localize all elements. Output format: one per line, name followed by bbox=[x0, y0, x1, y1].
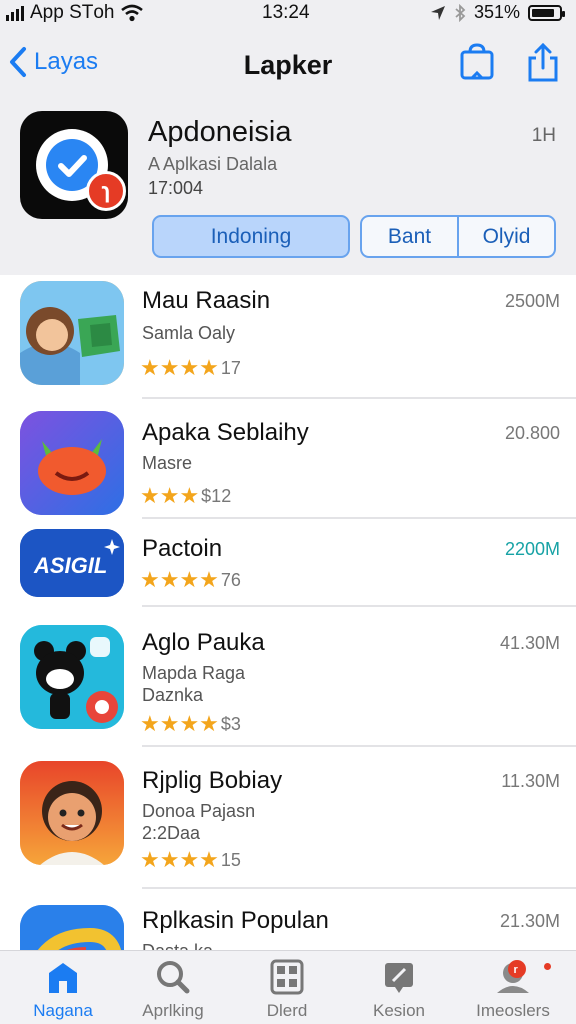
divider bbox=[142, 605, 576, 607]
divider bbox=[142, 887, 576, 889]
wifi-icon bbox=[120, 4, 143, 22]
app-size: 21.30M bbox=[499, 911, 560, 931]
app-subtitle: Donoa Pajasn bbox=[142, 801, 256, 821]
monster-icon bbox=[20, 411, 124, 515]
app-size: 2200M bbox=[504, 539, 560, 559]
app-name: Rjplig Bobiay bbox=[142, 767, 283, 794]
tab-label: Nagana bbox=[33, 1001, 93, 1020]
app-subtitle: Dasta ka bbox=[142, 941, 213, 950]
rating-count: $3 bbox=[220, 713, 241, 734]
app-rating: ★★★★ 76 bbox=[140, 567, 241, 593]
notification-dot-icon bbox=[544, 963, 551, 970]
segmented-control: Bant Olyid bbox=[360, 215, 556, 258]
panda-icon bbox=[20, 625, 124, 729]
app-rating: ★★★★ 17 bbox=[140, 355, 241, 381]
app-size: 20.800 bbox=[504, 423, 560, 443]
app-name: Apaka Seblaihy bbox=[142, 419, 309, 446]
tab-updates[interactable]: Kesion bbox=[344, 959, 454, 1021]
carrier-label: App STоh bbox=[30, 2, 115, 23]
divider bbox=[142, 397, 576, 399]
app-icon: ASIGIL bbox=[20, 529, 124, 597]
app-rating: ★★★★ 15 bbox=[140, 847, 241, 873]
app-subtitle: Masre bbox=[142, 453, 193, 473]
app-icon bbox=[20, 625, 124, 729]
cell-signal-icon bbox=[6, 5, 24, 21]
share-button[interactable] bbox=[524, 42, 562, 84]
tab-profile[interactable]: r Imeoslers bbox=[458, 959, 568, 1021]
status-bar: App STоh 13:24 351% bbox=[0, 0, 576, 28]
tab-apps[interactable]: Dlerd bbox=[232, 959, 342, 1021]
app-name: Pactoin bbox=[142, 535, 223, 562]
star-rating-icon: ★★★★ bbox=[140, 711, 219, 736]
star-rating-icon: ★★★★ bbox=[140, 847, 219, 872]
app-list: Mau Raasin 2500M Samla Oaly ★★★★ 17 Apak… bbox=[0, 275, 576, 950]
rating-count: $12 bbox=[201, 485, 232, 506]
star-rating-icon: ★★★ bbox=[140, 483, 200, 508]
featured-app-date: 17:004 bbox=[148, 178, 204, 198]
grid-icon bbox=[270, 959, 304, 995]
app-subtitle-secondary: 2:2Daa bbox=[142, 823, 201, 843]
app-name: Aglo Pauka bbox=[142, 629, 265, 656]
bookmark-button[interactable] bbox=[458, 42, 496, 84]
app-name: Rplkasin Populan bbox=[142, 907, 329, 934]
segment-left-button[interactable]: Bant bbox=[362, 217, 457, 256]
svg-text:r: r bbox=[514, 964, 519, 976]
brand-logo-icon: ASIGIL bbox=[20, 529, 124, 597]
app-icon bbox=[20, 281, 124, 385]
tab-label: Imeoslers bbox=[476, 1001, 550, 1020]
tab-bar: Nagana Aprlking Dlerd Kesion r Imeoslers bbox=[0, 950, 576, 1024]
star-rating-icon: ★★★★ bbox=[140, 567, 219, 592]
divider bbox=[142, 745, 576, 747]
profile-icon: r bbox=[497, 960, 529, 993]
tab-label: Aprlking bbox=[142, 1001, 204, 1020]
app-rating: ★★★ $12 bbox=[140, 483, 231, 509]
header: Layas Lapker ɿ Apdoneisia 1H A Aplkasi D… bbox=[0, 28, 576, 275]
app-icon bbox=[20, 411, 124, 515]
tab-search[interactable]: Aprlking bbox=[118, 959, 228, 1021]
featured-app-icon[interactable]: ɿ bbox=[20, 111, 128, 219]
rating-count: 76 bbox=[220, 569, 241, 590]
search-icon bbox=[157, 961, 190, 994]
colorful-logo-icon bbox=[20, 905, 124, 950]
tab-label: Kesion bbox=[373, 1001, 425, 1020]
app-size: 2500M bbox=[504, 291, 560, 311]
rating-count: 17 bbox=[220, 357, 241, 378]
featured-app-name: Apdoneisia bbox=[148, 116, 292, 148]
notification-badge: ɿ bbox=[86, 171, 126, 211]
app-subtitle-secondary: Daznka bbox=[142, 685, 204, 705]
boy-character-icon bbox=[20, 761, 124, 865]
featured-app-meta: 1H bbox=[531, 125, 556, 146]
svg-text:ASIGIL: ASIGIL bbox=[33, 553, 107, 578]
featured-app-subtitle: A Aplkasi Dalala bbox=[148, 154, 278, 174]
app-size: 11.30M bbox=[501, 771, 560, 791]
app-rating: ★★★★ $3 bbox=[140, 711, 241, 737]
rating-count: 15 bbox=[220, 849, 241, 870]
star-rating-icon: ★★★★ bbox=[140, 355, 219, 380]
battery-level bbox=[532, 8, 554, 17]
segment-right-button[interactable]: Olyid bbox=[457, 217, 554, 256]
app-name: Mau Raasin bbox=[142, 287, 271, 314]
app-icon bbox=[20, 761, 124, 865]
share-icon bbox=[528, 42, 558, 82]
app-size: 41.30M bbox=[499, 633, 560, 653]
app-subtitle: Samla Oaly bbox=[142, 323, 236, 343]
battery-percent: 351% bbox=[473, 2, 520, 22]
app-subtitle: Mapda Raga bbox=[142, 663, 246, 683]
home-icon bbox=[49, 963, 77, 993]
bag-icon bbox=[460, 43, 494, 80]
tab-label: Dlerd bbox=[266, 1001, 308, 1020]
status-time: 13:24 bbox=[262, 2, 310, 23]
primary-action-button[interactable]: Indoning bbox=[152, 215, 350, 258]
location-icon bbox=[430, 5, 445, 20]
tab-home[interactable]: Nagana bbox=[8, 959, 118, 1021]
app-icon bbox=[20, 905, 124, 950]
character-icon bbox=[20, 281, 124, 385]
edit-icon bbox=[385, 963, 413, 993]
divider bbox=[142, 517, 576, 519]
battery-icon bbox=[528, 4, 565, 21]
bluetooth-icon bbox=[455, 3, 466, 22]
